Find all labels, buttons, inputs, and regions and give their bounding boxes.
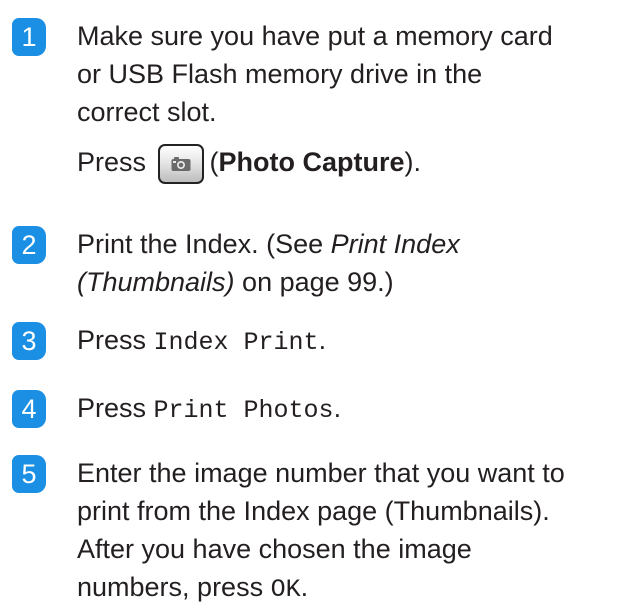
paren-open: ( xyxy=(209,147,219,177)
step-number-badge: 1 xyxy=(12,18,46,56)
photo-capture-label: Photo Capture xyxy=(218,147,405,177)
step-line: Enter the image number that you want to xyxy=(77,458,565,488)
step-number-badge: 5 xyxy=(12,455,46,493)
step-number: 5 xyxy=(21,459,37,489)
step-number: 1 xyxy=(21,22,37,52)
step-number-badge: 2 xyxy=(12,226,46,264)
step-text: Print the Index. (See Print Index (Thumb… xyxy=(77,225,617,301)
photo-capture-button[interactable] xyxy=(157,143,204,184)
step-line: Make sure you have put a memory card xyxy=(77,21,553,51)
step-number: 3 xyxy=(21,326,37,356)
step-text-part: Press xyxy=(77,393,154,423)
print-index-link-text: Print Index xyxy=(330,229,460,259)
thumbnails-link-text: (Thumbnails) xyxy=(77,267,235,297)
step-text-part: Press xyxy=(77,325,154,355)
step-text: Press Index Print. xyxy=(77,321,617,362)
step-line: print from the Index page (Thumbnails). xyxy=(77,496,550,526)
paren-close: ). xyxy=(404,147,422,177)
press-label: Press xyxy=(77,147,147,177)
print-photos-option: Print Photos xyxy=(153,396,334,425)
step-line: correct slot. xyxy=(77,97,217,127)
step-text: Press Print Photos. xyxy=(77,389,617,430)
step-number-badge: 4 xyxy=(12,390,46,428)
press-instruction: Press (Photo Capture). xyxy=(77,142,617,184)
step-number-badge: 3 xyxy=(12,322,46,360)
step-text: Make sure you have put a memory card or … xyxy=(77,17,617,131)
step-number: 2 xyxy=(21,230,37,260)
camera-icon xyxy=(171,156,191,171)
step-text-part: Print the Index. (See xyxy=(77,229,331,259)
step-text: Enter the image number that you want to … xyxy=(77,454,617,609)
step-line: or USB Flash memory drive in the xyxy=(77,59,483,89)
step-text-part: . xyxy=(318,325,327,355)
step-number: 4 xyxy=(21,394,37,424)
step-text-part: on page 99.) xyxy=(234,267,394,297)
index-print-option: Index Print xyxy=(153,328,319,357)
step-line: After you have chosen the image xyxy=(77,534,472,564)
step-text-part: . xyxy=(300,572,309,602)
step-text-part: . xyxy=(333,393,342,423)
step-text-part: numbers, press xyxy=(77,572,271,602)
